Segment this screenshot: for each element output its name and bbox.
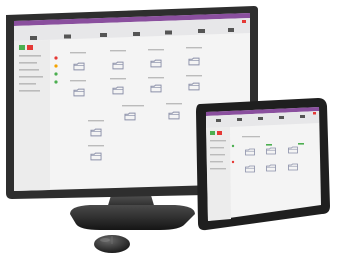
tab-icon[interactable]: [133, 32, 140, 36]
remove-button[interactable]: [27, 45, 33, 50]
tab-icon[interactable]: [300, 115, 305, 118]
status-dot: [231, 160, 235, 164]
tab-icon[interactable]: [100, 33, 107, 37]
close-button[interactable]: [242, 20, 246, 23]
tab-icon[interactable]: [228, 28, 234, 32]
list-item[interactable]: [19, 90, 40, 92]
tab-icon[interactable]: [165, 30, 172, 35]
add-button[interactable]: [19, 45, 25, 50]
tab-icon[interactable]: [237, 118, 242, 121]
list-item[interactable]: [210, 168, 226, 170]
list-item[interactable]: [19, 69, 39, 71]
status-dot: [231, 144, 235, 148]
tab-icon[interactable]: [279, 116, 284, 119]
tab-icon[interactable]: [30, 36, 37, 40]
close-button[interactable]: [313, 112, 316, 115]
status-badge: [298, 143, 304, 145]
remove-button[interactable]: [217, 131, 222, 135]
status-dot: [54, 80, 58, 84]
tablet: [196, 98, 330, 231]
list-item[interactable]: [210, 147, 224, 149]
list-item[interactable]: [19, 55, 41, 57]
list-item[interactable]: [210, 154, 225, 156]
devices-scene: [6, 6, 330, 253]
status-dot: [54, 72, 58, 76]
tab-icon[interactable]: [198, 29, 205, 33]
monitor-stand-base: [70, 205, 195, 230]
list-item[interactable]: [210, 161, 223, 163]
list-item[interactable]: [19, 62, 37, 64]
status-dot: [54, 56, 58, 60]
status-badge: [266, 144, 272, 146]
tab-icon[interactable]: [216, 119, 221, 122]
tab-icon[interactable]: [258, 117, 263, 120]
list-item[interactable]: [210, 140, 226, 142]
tab-icon[interactable]: [64, 34, 71, 39]
list-item[interactable]: [19, 76, 43, 78]
list-item[interactable]: [19, 83, 36, 85]
add-button[interactable]: [210, 131, 215, 135]
status-dot: [54, 64, 58, 68]
mouse-icon: [94, 235, 130, 253]
